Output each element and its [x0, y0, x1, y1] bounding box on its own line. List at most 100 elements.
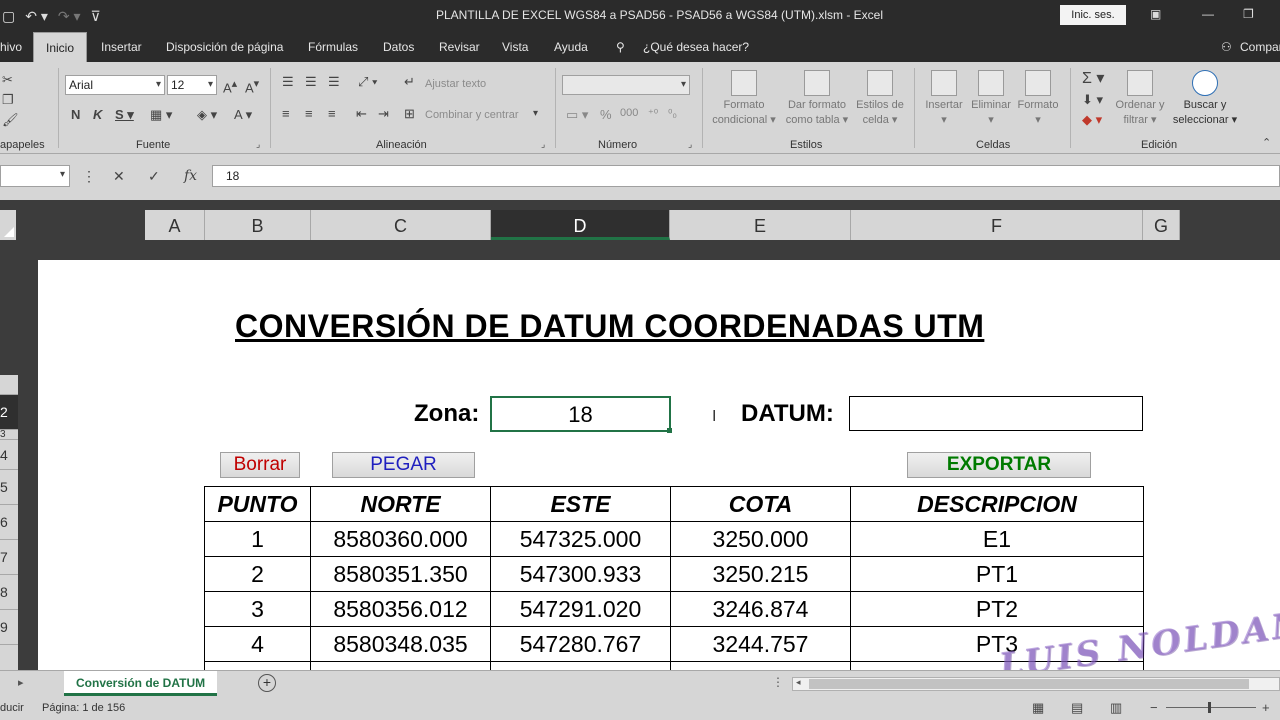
save-icon[interactable]: ▢ — [2, 8, 15, 25]
enter-icon[interactable]: ✓ — [148, 168, 160, 185]
add-sheet-icon[interactable]: + — [258, 674, 276, 692]
align-middle-icon[interactable]: ☰ — [305, 74, 317, 90]
lightbulb-icon[interactable]: ⚲ — [616, 40, 625, 54]
column-header-f[interactable]: F — [851, 210, 1143, 240]
row-header[interactable]: 7 — [0, 540, 18, 575]
restore-icon[interactable]: ❐ — [1243, 7, 1254, 21]
table-cell[interactable] — [490, 661, 671, 670]
row-header[interactable] — [0, 375, 18, 395]
sort-filter-button[interactable]: Ordenar y filtrar ▾ — [1112, 70, 1168, 128]
fill-color-icon[interactable]: ◈ ▾ — [197, 107, 217, 123]
decrease-indent-icon[interactable]: ⇤ — [356, 106, 367, 122]
table-cell[interactable]: E1 — [850, 521, 1144, 557]
table-cell[interactable]: 3250.215 — [670, 556, 851, 592]
cut-icon[interactable]: ✂ — [2, 72, 13, 88]
decrease-decimal-icon[interactable]: ⁰₀ — [668, 107, 677, 120]
row-header[interactable]: 5 — [0, 470, 18, 505]
cancel-icon[interactable]: ✕ — [113, 168, 125, 185]
percent-icon[interactable]: % — [600, 107, 612, 122]
sheet-tab-conversion[interactable]: Conversión de DATUM — [64, 671, 218, 696]
pegar-button[interactable]: PEGAR — [332, 452, 475, 478]
format-painter-icon[interactable]: 🖌 — [2, 112, 19, 128]
insert-cells-button[interactable]: Insertar ▾ — [920, 70, 968, 128]
tab-data[interactable]: Datos — [383, 40, 414, 54]
increase-decimal-icon[interactable]: ⁺⁰ — [648, 107, 658, 120]
table-cell[interactable]: 547280.767 — [490, 626, 671, 662]
horizontal-scrollbar[interactable]: ◂ — [792, 677, 1280, 691]
table-cell[interactable]: 3244.757 — [670, 626, 851, 662]
underline-icon[interactable]: S ▾ — [115, 107, 134, 123]
decrease-font-icon[interactable]: A▾ — [245, 77, 259, 95]
tab-help[interactable]: Ayuda — [554, 40, 588, 54]
column-header-b[interactable]: B — [205, 210, 311, 240]
align-top-icon[interactable]: ☰ — [282, 74, 294, 90]
row-header[interactable]: 3 — [0, 430, 18, 440]
row-header[interactable]: 8 — [0, 575, 18, 610]
scroll-left-icon[interactable]: ◂ — [796, 677, 801, 688]
row-header[interactable]: 6 — [0, 505, 18, 540]
header-este[interactable]: ESTE — [490, 486, 671, 522]
align-bottom-icon[interactable]: ☰ — [328, 74, 340, 90]
currency-icon[interactable]: ▭ ▾ — [566, 107, 588, 123]
merge-icon[interactable]: ⊞ — [404, 106, 415, 122]
align-center-icon[interactable]: ≡ — [305, 106, 313, 121]
more-options-icon[interactable]: ⋮ — [772, 675, 784, 689]
tab-insert[interactable]: Insertar — [101, 40, 142, 54]
font-color-icon[interactable]: A ▾ — [234, 107, 252, 123]
cell-styles-button[interactable]: Estilos de celda ▾ — [853, 70, 907, 128]
font-size-select[interactable]: 12 ▾ — [167, 75, 217, 95]
tab-formulas[interactable]: Fórmulas — [308, 40, 358, 54]
header-punto[interactable]: PUNTO — [204, 486, 311, 522]
row-header[interactable]: 2 — [0, 395, 18, 430]
table-cell[interactable]: 8580360.000 — [310, 521, 491, 557]
header-cota[interactable]: COTA — [670, 486, 851, 522]
zoom-out-icon[interactable]: − — [1150, 700, 1158, 715]
format-cells-button[interactable]: Formato ▾ — [1014, 70, 1062, 128]
exportar-button[interactable]: EXPORTAR — [907, 452, 1091, 478]
zoom-in-icon[interactable]: + — [1262, 700, 1270, 715]
page-layout-view-icon[interactable]: ▤ — [1071, 700, 1083, 716]
ribbon-display-options-icon[interactable]: ▣ — [1150, 7, 1161, 21]
customize-toolbar-icon[interactable]: ⊽ — [91, 8, 101, 25]
table-cell[interactable] — [670, 661, 851, 670]
zoom-slider-thumb[interactable] — [1208, 702, 1211, 713]
table-cell[interactable]: 8580348.035 — [310, 626, 491, 662]
merge-center-button[interactable]: Combinar y centrar — [425, 109, 519, 121]
font-name-select[interactable]: Arial ▾ — [65, 75, 165, 95]
scrollbar-thumb[interactable] — [809, 679, 1249, 689]
column-header-d[interactable]: D — [491, 210, 670, 240]
format-as-table-button[interactable]: Dar formato como tabla ▾ — [783, 70, 851, 128]
insert-function-icon[interactable]: fx — [184, 168, 197, 184]
tab-page-layout[interactable]: Disposición de página — [166, 40, 283, 54]
wrap-text-button[interactable]: Ajustar texto — [425, 78, 486, 90]
clear-icon[interactable]: ◆ ▾ — [1082, 112, 1102, 128]
header-descripcion[interactable]: DESCRIPCION — [850, 486, 1144, 522]
delete-cells-button[interactable]: Eliminar ▾ — [968, 70, 1014, 128]
column-header-g[interactable]: G — [1143, 210, 1180, 240]
conditional-format-button[interactable]: Formato condicional ▾ — [708, 70, 780, 128]
copy-icon[interactable]: ❐ — [2, 92, 14, 108]
collapse-ribbon-icon[interactable]: ⌃ — [1262, 136, 1271, 149]
tab-file[interactable]: hivo — [0, 40, 22, 54]
table-cell[interactable]: 547325.000 — [490, 521, 671, 557]
table-cell[interactable]: 3 — [204, 591, 311, 627]
dialog-launcher-icon[interactable]: ⌟ — [541, 139, 545, 150]
tab-review[interactable]: Revisar — [439, 40, 480, 54]
tell-me-search[interactable]: ¿Qué desea hacer? — [643, 40, 749, 54]
name-box[interactable]: ▾ — [0, 165, 70, 187]
row-header[interactable]: 4 — [0, 440, 18, 470]
autosum-icon[interactable]: Σ ▾ — [1082, 68, 1104, 88]
table-cell[interactable]: 547291.020 — [490, 591, 671, 627]
table-cell[interactable]: 4 — [204, 626, 311, 662]
table-cell[interactable] — [204, 661, 311, 670]
align-right-icon[interactable]: ≡ — [328, 106, 336, 121]
normal-view-icon[interactable]: ▦ — [1032, 700, 1044, 716]
find-select-button[interactable]: Buscar y seleccionar ▾ — [1170, 70, 1240, 128]
table-cell[interactable]: PT2 — [850, 591, 1144, 627]
increase-font-icon[interactable]: A▴ — [223, 77, 237, 95]
tab-home[interactable]: Inicio — [33, 32, 88, 62]
align-left-icon[interactable]: ≡ — [282, 106, 290, 121]
sign-in-button[interactable]: Inic. ses. — [1060, 5, 1126, 25]
row-header[interactable]: 9 — [0, 610, 18, 645]
borrar-button[interactable]: Borrar — [220, 452, 300, 478]
